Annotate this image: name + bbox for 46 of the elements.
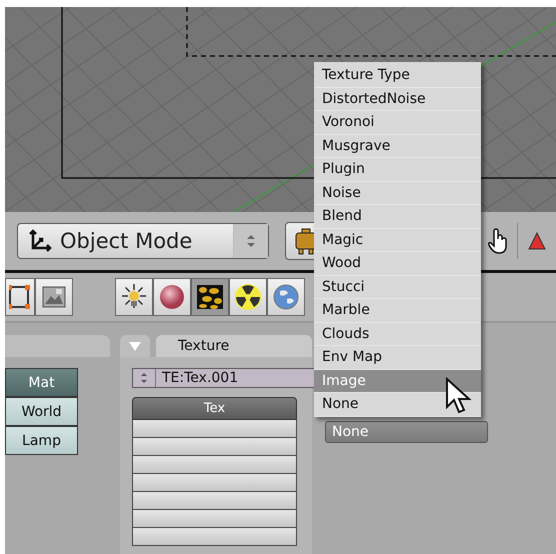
menu-item[interactable]: Plugin — [314, 158, 481, 182]
triangle-icon — [528, 232, 546, 250]
menu-item[interactable]: Noise — [314, 182, 481, 205]
texture-slot[interactable] — [132, 528, 297, 546]
menu-item[interactable]: Stucci — [314, 276, 481, 299]
sphere-icon — [158, 283, 186, 311]
lamp-icon — [120, 283, 148, 311]
menu-item[interactable]: Marble — [314, 299, 481, 322]
panel-title: Texture — [156, 335, 312, 357]
menu-item[interactable]: Clouds — [314, 322, 481, 346]
axes-icon — [28, 229, 52, 253]
texture-slot[interactable] — [132, 420, 297, 438]
context-button[interactable] — [267, 278, 305, 316]
texture-slot[interactable] — [132, 510, 297, 528]
texture-slot[interactable] — [132, 474, 297, 492]
menu-item[interactable]: Voronoi — [314, 111, 481, 134]
square-icon — [9, 285, 31, 309]
context-button[interactable] — [153, 278, 191, 316]
menu-item[interactable]: Blend — [314, 205, 481, 228]
texture-icon — [197, 285, 223, 309]
view-button[interactable] — [5, 278, 35, 316]
updown-arrows-icon — [140, 372, 148, 384]
triangle-down-icon — [129, 342, 141, 350]
updown-arrows-icon — [246, 234, 256, 248]
menu-item[interactable]: Musgrave — [314, 134, 481, 158]
hand-icon — [486, 228, 510, 254]
menu-title: Texture Type — [314, 64, 481, 88]
image-icon — [42, 286, 66, 308]
texture-slot[interactable] — [132, 492, 297, 510]
context-tab[interactable]: Lamp — [5, 426, 78, 455]
mode-dropdown[interactable]: Object Mode — [17, 223, 269, 259]
context-tab[interactable]: Mat — [5, 368, 78, 397]
context-tab[interactable]: World — [5, 397, 78, 426]
context-button[interactable] — [191, 278, 229, 316]
context-button[interactable] — [115, 278, 153, 316]
image-button[interactable] — [35, 278, 73, 316]
menu-item[interactable]: Magic — [314, 228, 481, 252]
menu-item[interactable]: DistortedNoise — [314, 88, 481, 111]
list-header: Tex — [132, 397, 297, 420]
texture-slot[interactable] — [132, 456, 297, 474]
menu-item[interactable]: Wood — [314, 252, 481, 276]
texture-slot[interactable] — [132, 438, 297, 456]
texture-type-dropdown[interactable]: None — [325, 421, 488, 443]
globe-icon — [272, 283, 300, 311]
radiation-icon — [234, 283, 262, 311]
context-button[interactable] — [229, 278, 267, 316]
